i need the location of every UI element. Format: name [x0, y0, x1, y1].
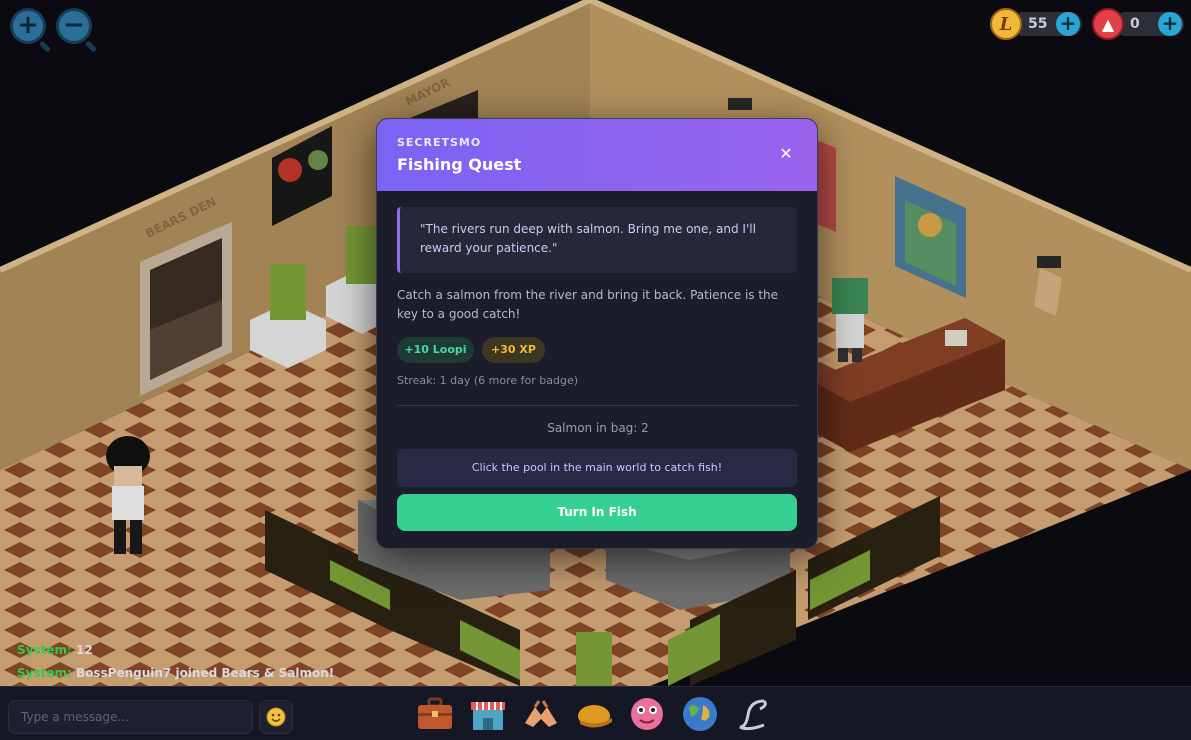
turn-in-fish-button[interactable]: Turn In Fish: [397, 494, 797, 531]
smiley-icon: [266, 707, 286, 727]
loopi-balance: 55 +: [1012, 12, 1082, 36]
loopi-menu-button[interactable]: [732, 693, 774, 735]
quest-description: Catch a salmon from the river and bring …: [397, 288, 779, 321]
npc-quote: "The rivers run deep with salmon. Bring …: [397, 207, 797, 273]
hat-icon: [578, 705, 612, 728]
friends-hands-icon: [525, 700, 557, 727]
floor-plant[interactable]: [576, 632, 612, 686]
emoji-button[interactable]: [259, 700, 293, 734]
chat-sender: System:: [17, 643, 72, 657]
shop-icon: [471, 702, 505, 730]
loopi-value: 55: [1028, 16, 1048, 32]
gem-currency: ▲ 0 +: [1092, 8, 1184, 40]
quest-dialog: SECRETSMO Fishing Quest ✕ "The rivers ru…: [376, 118, 818, 549]
pets-button[interactable]: [626, 693, 668, 735]
chat-sender: System:: [17, 666, 72, 680]
dialog-title: Fishing Quest: [397, 155, 522, 174]
add-gems-button[interactable]: +: [1158, 12, 1182, 36]
briefcase-icon: [418, 697, 452, 729]
wardrobe-button[interactable]: [573, 693, 615, 735]
chat-text: BossPenguin7 joined Bears & Salmon!: [75, 666, 335, 680]
loopi-coin-icon: L: [990, 8, 1022, 40]
loopi-currency: L 55 +: [990, 8, 1082, 40]
toolbar: [414, 693, 774, 735]
wall-lamp-right: [1037, 256, 1061, 268]
loopi-logo-icon: [739, 699, 767, 731]
close-icon[interactable]: ✕: [777, 145, 795, 163]
inventory-button[interactable]: [414, 693, 456, 735]
chat-message: System: BossPenguin7 joined Bears & Salm…: [17, 664, 334, 687]
reward-badge-xp: +30 XP: [482, 337, 545, 363]
chat-message: System: 12: [17, 641, 334, 664]
zoom-in-icon[interactable]: +: [10, 8, 46, 44]
hint-message: Click the pool in the main world to catc…: [397, 449, 797, 487]
world-map-button[interactable]: [679, 693, 721, 735]
chat-text: 12: [75, 643, 93, 657]
gem-value: 0: [1130, 16, 1140, 32]
game-viewport[interactable]: BEARS DEN MAYOR + − L 55 + ▲ 0 + System:…: [0, 0, 1191, 740]
zoom-out-icon[interactable]: −: [56, 8, 92, 44]
chat-input[interactable]: [8, 700, 253, 734]
streak-info: Streak: 1 day (6 more for badge): [397, 374, 579, 387]
pink-creature-icon: [631, 698, 663, 730]
bottom-bar: [0, 686, 1191, 740]
reward-badge-loopi: +10 Loopi: [397, 337, 474, 363]
globe-icon: [683, 697, 717, 731]
wall-lamp: [728, 98, 752, 110]
friends-button[interactable]: [520, 693, 562, 735]
gem-balance: 0 +: [1114, 12, 1184, 36]
dialog-header: SECRETSMO Fishing Quest ✕: [377, 119, 817, 191]
gem-coin-icon: ▲: [1092, 8, 1124, 40]
divider: [397, 405, 798, 406]
shop-button[interactable]: [467, 693, 509, 735]
salmon-in-bag: Salmon in bag: 2: [547, 421, 649, 435]
add-loopi-button[interactable]: +: [1056, 12, 1080, 36]
chat-log: System: 12 System: BossPenguin7 joined B…: [17, 641, 334, 687]
npc-name: SECRETSMO: [397, 136, 482, 149]
